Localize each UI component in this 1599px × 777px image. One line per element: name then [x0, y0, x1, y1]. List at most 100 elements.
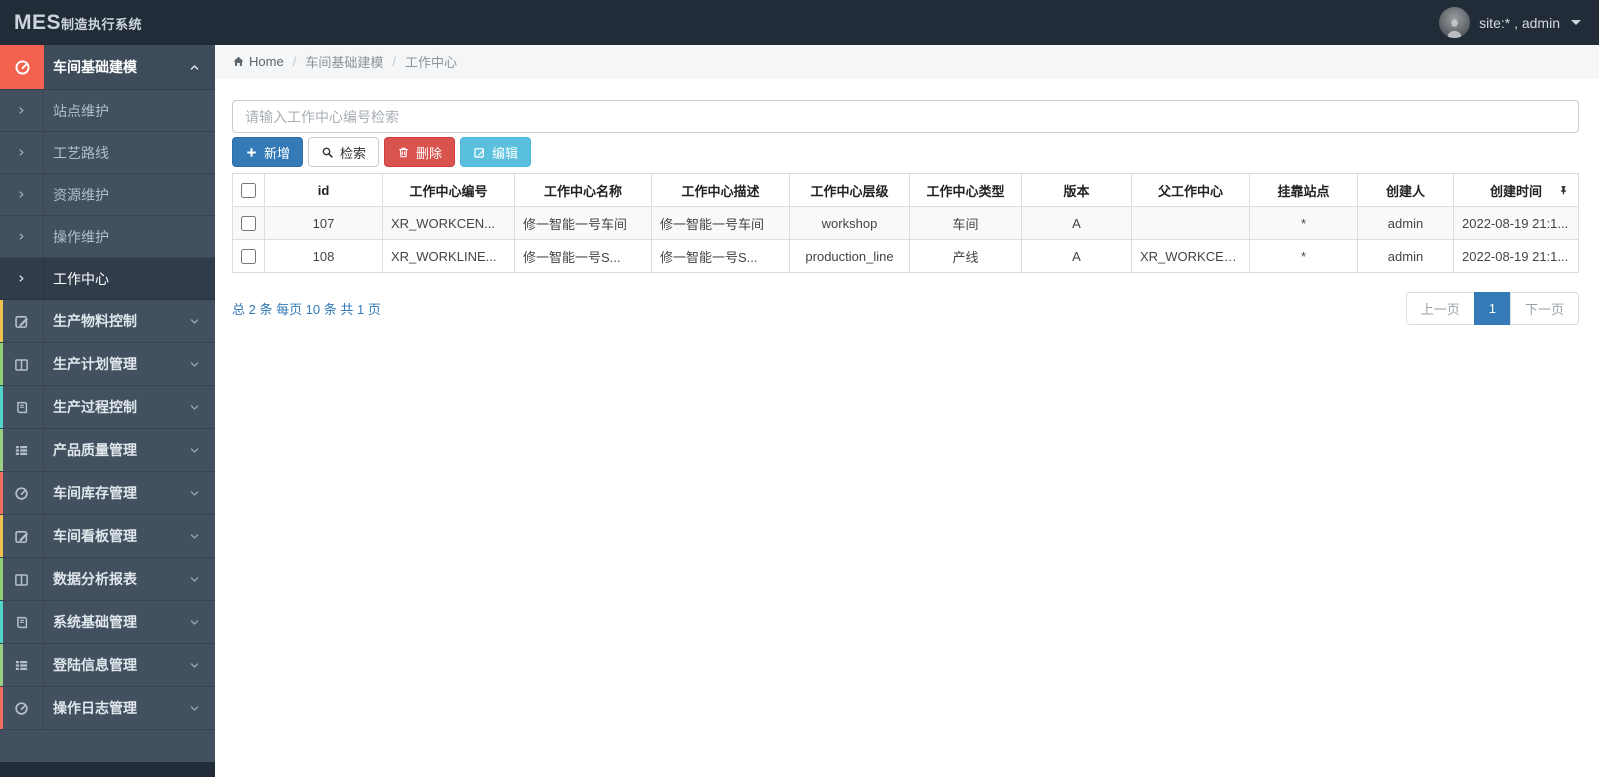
chevron-up-icon	[189, 62, 200, 73]
table-header-row: id 工作中心编号 工作中心名称 工作中心描述 工作中心层级 工作中心类型 版本 父工作中心 挂…	[232, 173, 1579, 207]
add-button[interactable]: 新增	[232, 137, 304, 167]
col-header-label: 创建人	[1385, 183, 1425, 199]
select-all-checkbox[interactable]	[241, 183, 256, 199]
row-checkbox[interactable]	[241, 216, 256, 232]
sidebar-subitem-icon-area	[0, 132, 44, 173]
sidebar-item-label: 工艺路线	[53, 144, 109, 161]
col-header-label: 父工作中心	[1157, 183, 1223, 199]
user-label: site:* , admin	[1479, 14, 1560, 31]
sidebar-item-label: 生产物料控制	[53, 313, 137, 329]
cell-id: 107	[264, 206, 383, 240]
trash-icon	[397, 146, 410, 159]
cell-created: 2022-08-19 21:1...	[1453, 239, 1579, 273]
sidebar: 车间基础建模站点维护工艺路线资源维护 操作维护 工作中心生产物料控制生产计划管理 生产…	[0, 45, 215, 777]
col-header-desc[interactable]: 工作中心描述	[651, 173, 790, 207]
sidebar-item-icon-area	[0, 472, 44, 514]
chevron-down-icon	[189, 703, 200, 714]
chevron-right-icon	[17, 274, 26, 283]
sidebar-item-quality-management[interactable]: 产品质量管理	[0, 429, 215, 472]
chevron-down-icon	[189, 531, 200, 542]
cell-creator: admin	[1357, 239, 1454, 273]
sidebar-item-process-control[interactable]: 生产过程控制	[0, 386, 215, 429]
sidebar-item-process-route[interactable]: 工艺路线	[0, 132, 215, 174]
pagination: 上一页 1 下一页	[1405, 292, 1579, 325]
search-button[interactable]: 检索	[308, 137, 380, 167]
sidebar-item-login-info-management[interactable]: 登陆信息管理	[0, 644, 215, 687]
cell-level: workshop	[789, 206, 910, 240]
breadcrumb-separator: /	[292, 53, 297, 69]
chevron-right-icon	[17, 106, 26, 115]
sidebar-item-system-management[interactable]: 系统基础管理	[0, 601, 215, 644]
row-checkbox[interactable]	[241, 249, 256, 265]
caret-down-icon	[1571, 20, 1581, 25]
sidebar-item-operation-log-management[interactable]: 操作日志管理	[0, 687, 215, 730]
chevron-down-icon	[189, 574, 200, 585]
pin-icon	[1558, 185, 1569, 196]
sidebar-item-label: 产品质量管理	[53, 442, 137, 458]
cell-type: 产线	[909, 239, 1022, 273]
user-menu[interactable]: site:* , admin	[1439, 7, 1581, 38]
breadcrumb: Home / 车间基础建模 / 工作中心	[215, 45, 1599, 78]
sidebar-item-kanban-management[interactable]: 车间看板管理	[0, 515, 215, 558]
edit-button[interactable]: 编辑	[460, 137, 532, 167]
sidebar-item-label: 数据分析报表	[53, 571, 137, 587]
breadcrumb-home[interactable]: Home	[232, 54, 284, 69]
sidebar-item-icon-area	[0, 687, 44, 729]
sidebar-item-resource-maintenance[interactable]: 资源维护	[0, 174, 215, 216]
chevron-down-icon	[189, 316, 200, 327]
col-header-name[interactable]: 工作中心名称	[514, 173, 652, 207]
accent-strip	[0, 386, 3, 428]
brand-primary-text: MES	[14, 10, 62, 34]
sidebar-item-icon-area	[0, 300, 44, 342]
sidebar-item-icon-area	[0, 429, 44, 471]
search-input[interactable]	[232, 100, 1579, 133]
pagination-row: 总 2 条 每页 10 条 共 1 页 上一页 1 下一页	[232, 292, 1579, 325]
prev-page-button[interactable]: 上一页	[1405, 292, 1475, 325]
col-header-id[interactable]: id	[264, 173, 383, 207]
sidebar-item-label: 登陆信息管理	[53, 657, 137, 673]
sidebar-item-workshop-modeling[interactable]: 车间基础建模	[0, 45, 215, 90]
columns-icon	[14, 572, 29, 587]
sidebar-item-icon-area	[0, 515, 44, 557]
home-icon	[232, 55, 245, 68]
book-icon	[14, 615, 29, 630]
sidebar-item-label: 系统基础管理	[53, 614, 137, 630]
sidebar-item-station-maintenance[interactable]: 站点维护	[0, 90, 215, 132]
col-header-version[interactable]: 版本	[1021, 173, 1132, 207]
sidebar-item-label: 站点维护	[53, 102, 109, 119]
sidebar-item-plan-management[interactable]: 生产计划管理	[0, 343, 215, 386]
col-header-station[interactable]: 挂靠站点	[1249, 173, 1358, 207]
sidebar-menu: 车间基础建模站点维护工艺路线资源维护 操作维护 工作中心生产物料控制生产计划管理 生产…	[0, 45, 215, 762]
table-row: 108 XR_WORKLINE... 修一智能一号S... 修一智能一号S... pro…	[232, 239, 1579, 273]
breadcrumb-item: 车间基础建模	[305, 54, 384, 70]
col-header-type[interactable]: 工作中心类型	[909, 173, 1022, 207]
chevron-down-icon	[189, 617, 200, 628]
accent-strip	[0, 343, 3, 385]
search-button-label: 检索	[340, 145, 367, 161]
sidebar-item-label: 车间库存管理	[53, 485, 137, 501]
col-header-label: 工作中心名称	[543, 183, 622, 199]
cell-desc: 修一智能一号S...	[651, 239, 790, 273]
book-icon	[14, 400, 29, 415]
col-header-label: 工作中心类型	[926, 183, 1005, 199]
page-button-1[interactable]: 1	[1473, 292, 1511, 325]
sidebar-item-work-center[interactable]: 工作中心	[0, 258, 215, 300]
cell-creator: admin	[1357, 206, 1454, 240]
col-header-label: 工作中心层级	[810, 183, 889, 199]
avatar	[1439, 7, 1471, 38]
delete-button-label: 删除	[416, 145, 443, 161]
sidebar-item-inventory-management[interactable]: 车间库存管理	[0, 472, 215, 515]
col-header-code[interactable]: 工作中心编号	[382, 173, 515, 207]
accent-strip	[0, 601, 3, 643]
col-header-created[interactable]: 创建时间	[1453, 173, 1579, 207]
breadcrumb-home-label: Home	[249, 53, 284, 69]
sidebar-item-material-control[interactable]: 生产物料控制	[0, 300, 215, 343]
col-header-parent[interactable]: 父工作中心	[1131, 173, 1250, 207]
sidebar-item-operation-maintenance[interactable]: 操作维护	[0, 216, 215, 258]
accent-strip	[0, 515, 3, 557]
col-header-level[interactable]: 工作中心层级	[789, 173, 910, 207]
delete-button[interactable]: 删除	[384, 137, 456, 167]
col-header-creator[interactable]: 创建人	[1357, 173, 1454, 207]
sidebar-item-report-analysis[interactable]: 数据分析报表	[0, 558, 215, 601]
next-page-button[interactable]: 下一页	[1509, 292, 1579, 325]
